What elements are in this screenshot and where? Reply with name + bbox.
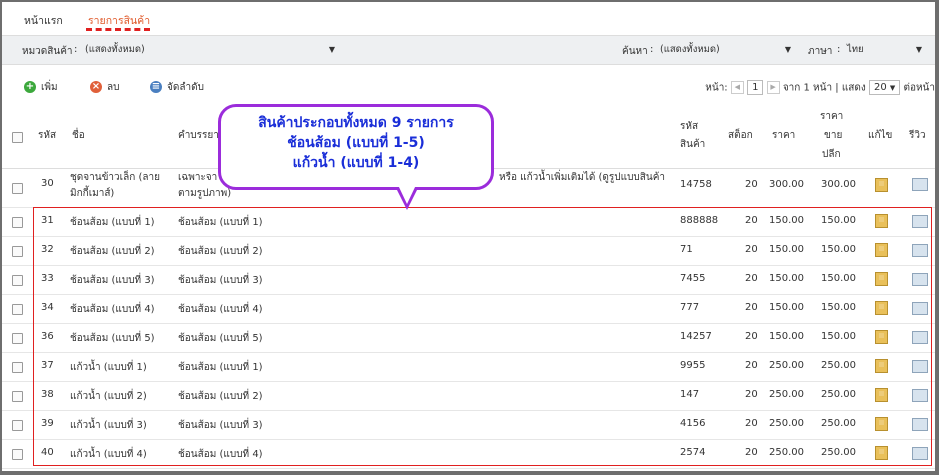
chevron-down-icon: ▼ [889, 84, 896, 92]
next-page-icon[interactable]: ▶ [766, 81, 780, 94]
chevron-down-icon: ▼ [784, 45, 791, 54]
edit-icon[interactable] [875, 178, 888, 192]
delete-button-label: ลบ [107, 82, 120, 93]
sort-button[interactable]: ≡ จัดลำดับ [150, 80, 204, 95]
sort-icon: ≡ [150, 81, 162, 93]
plus-icon: + [24, 81, 36, 93]
row-retail-price: 300.00 [821, 179, 856, 190]
row-name-line1[interactable]: ชุดจานข้าวเล็ก (ลาย [70, 170, 160, 185]
header-id: รหัส [38, 130, 57, 141]
header-review: รีวิว [909, 130, 926, 141]
delete-icon: × [90, 81, 102, 93]
row-checkbox[interactable] [12, 420, 23, 431]
review-icon[interactable] [912, 178, 928, 191]
highlight-box [33, 207, 932, 466]
row-price: 300.00 [769, 179, 804, 190]
header-price: ราคา [772, 130, 796, 141]
search-select[interactable]: (แสดงทั้งหมด) ▼ [657, 41, 795, 58]
search-colon: : [650, 44, 654, 55]
pagination: หน้า: ◀ 1 ▶ จาก 1 หน้า | แสดง 20 ▼ ต่อหน… [705, 80, 935, 96]
header-edit: แก้ไข [868, 130, 893, 141]
row-desc-tail: หรือ แก้วน้ำเพิ่มเติมได้ (ดูรูปแบบสินค้า [499, 172, 666, 183]
row-name-line2[interactable]: มิกกี้เมาส์) [70, 186, 114, 201]
callout-tail-fill [398, 185, 416, 204]
category-colon: : [74, 44, 78, 55]
language-select-value: ไทย [847, 44, 864, 55]
row-checkbox[interactable] [12, 304, 23, 315]
chevron-down-icon: ▼ [915, 45, 922, 54]
tab-products[interactable]: รายการสินค้า [86, 12, 151, 31]
header-retail-line3: ปลีก [822, 149, 841, 160]
row-checkbox[interactable] [12, 275, 23, 286]
prev-page-icon[interactable]: ◀ [730, 81, 744, 94]
tab-products-label: รายการสินค้า [88, 15, 151, 27]
search-label: ค้นหา [622, 46, 648, 57]
toolbar: + เพิ่ม × ลบ ≡ จัดลำดับ หน้า: ◀ 1 ▶ จาก 1 ห… [2, 68, 935, 100]
category-select-value: (แสดงทั้งหมด) [85, 44, 145, 55]
language-colon: : [837, 44, 841, 55]
page-input[interactable]: 1 [747, 80, 764, 95]
tab-home[interactable]: หน้าแรก [24, 12, 63, 29]
search-select-value: (แสดงทั้งหมด) [660, 44, 720, 55]
category-label: หมวดสินค้า [22, 46, 73, 57]
page-label: หน้า: [705, 82, 728, 94]
tab-underline [86, 28, 150, 31]
select-all-checkbox[interactable] [12, 132, 23, 143]
row-checkbox[interactable] [12, 183, 23, 194]
header-code-line2: สินค้า [680, 139, 706, 150]
row-checkbox[interactable] [12, 449, 23, 460]
per-page-value: 20 [873, 82, 887, 93]
delete-button[interactable]: × ลบ [90, 80, 119, 95]
filter-bar: หมวดสินค้า : (แสดงทั้งหมด) ▼ ค้นหา : (แสด… [2, 36, 935, 65]
tab-bar: หน้าแรก รายการสินค้า [2, 2, 935, 36]
header-stock: สต็อก [728, 130, 753, 141]
row-desc-line1: เฉพาะจา [178, 172, 218, 183]
language-select[interactable]: ไทย ▼ [844, 41, 926, 58]
callout-line2: ช้อนส้อม (แบบที่ 1-5) [287, 135, 425, 151]
callout-line3: แก้วน้ำ (แบบที่ 1-4) [292, 155, 420, 171]
row-code: 14758 [680, 179, 712, 190]
header-code-line1: รหัส [680, 121, 699, 132]
row-checkbox[interactable] [12, 391, 23, 402]
add-button-label: เพิ่ม [41, 82, 58, 93]
row-desc-line2: ตามรูปภาพ) [178, 188, 232, 199]
per-page-suffix: ต่อหน้า [903, 82, 935, 94]
row-checkbox[interactable] [12, 362, 23, 373]
add-button[interactable]: + เพิ่ม [24, 80, 58, 95]
annotation-callout: สินค้าประกอบทั้งหมด 9 รายการ ช้อนส้อม (แ… [218, 104, 494, 190]
header-retail-line2: ขาย [824, 130, 843, 141]
row-stock: 20 [745, 179, 758, 190]
page-of-text: จาก 1 หน้า | แสดง [782, 82, 866, 94]
row-checkbox[interactable] [12, 217, 23, 228]
callout-line1: สินค้าประกอบทั้งหมด 9 รายการ [258, 115, 454, 131]
language-label: ภาษา [808, 46, 833, 57]
category-select[interactable]: (แสดงทั้งหมด) ▼ [82, 41, 339, 58]
per-page-select[interactable]: 20 ▼ [868, 80, 901, 95]
header-retail-line1: ราคา [820, 111, 844, 122]
header-name: ชื่อ [72, 130, 85, 141]
chevron-down-icon: ▼ [328, 45, 335, 54]
row-checkbox[interactable] [12, 333, 23, 344]
row-id: 30 [41, 178, 54, 189]
sort-button-label: จัดลำดับ [167, 82, 204, 93]
row-checkbox[interactable] [12, 246, 23, 257]
